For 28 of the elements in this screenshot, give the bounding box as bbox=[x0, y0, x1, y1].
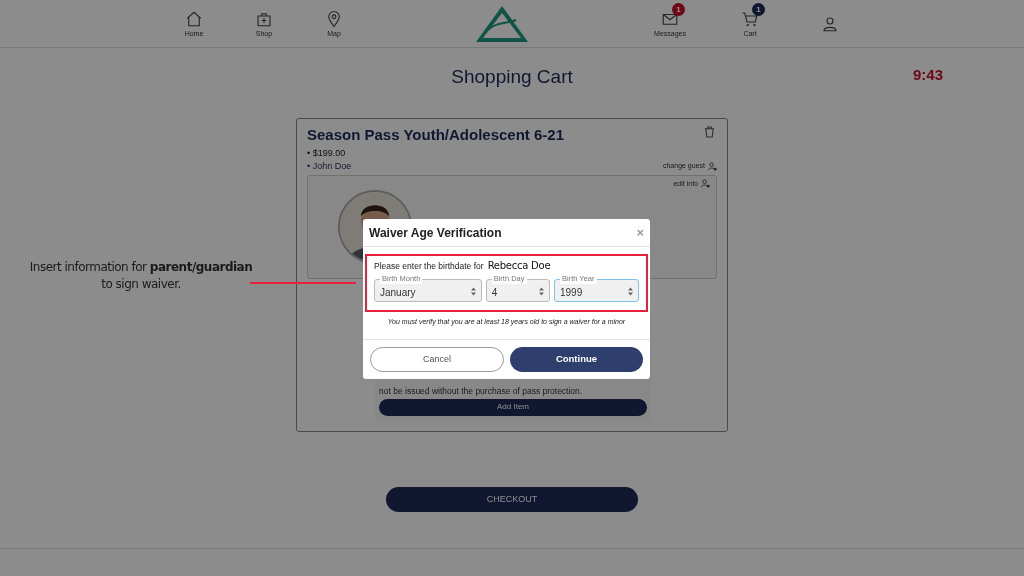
cart-icon bbox=[741, 10, 759, 28]
close-button[interactable]: × bbox=[636, 226, 644, 239]
chevron-icon bbox=[539, 287, 544, 296]
trash-icon[interactable] bbox=[704, 126, 715, 138]
bag-icon bbox=[255, 10, 273, 28]
add-item-button[interactable]: Add Item bbox=[379, 398, 647, 416]
checkout-button[interactable]: CHECKOUT bbox=[386, 487, 638, 512]
page-title: Shopping Cart bbox=[451, 64, 573, 89]
map-pin-icon bbox=[325, 10, 343, 28]
guest-name: • John Doe bbox=[307, 159, 352, 173]
chevron-icon bbox=[470, 287, 476, 296]
home-icon bbox=[185, 10, 203, 28]
person-name: Rebecca Doe bbox=[487, 259, 551, 273]
user-icon bbox=[708, 161, 717, 171]
annotation-text: Insert information for parent/guardian to sign waiver. bbox=[28, 259, 254, 293]
continue-button[interactable]: Continue bbox=[510, 347, 643, 372]
description-text: not be issued without the purchase of pass protection. bbox=[379, 385, 584, 396]
clock-time: 9:43 bbox=[913, 65, 944, 85]
item-title: Season Pass Youth/Adolescent 6-21 bbox=[307, 125, 565, 145]
user-icon bbox=[701, 179, 710, 189]
prompt-text: Please enter the birthdate for bbox=[374, 260, 484, 273]
item-price: • $199.00 bbox=[307, 146, 347, 160]
user-icon bbox=[821, 14, 839, 33]
count-badge: 1 bbox=[752, 3, 765, 16]
count-badge: 1 bbox=[672, 3, 685, 16]
dialog-title: Waiver Age Verification bbox=[369, 224, 502, 242]
chevron-icon bbox=[628, 287, 633, 296]
cancel-button[interactable]: Cancel bbox=[370, 347, 504, 372]
